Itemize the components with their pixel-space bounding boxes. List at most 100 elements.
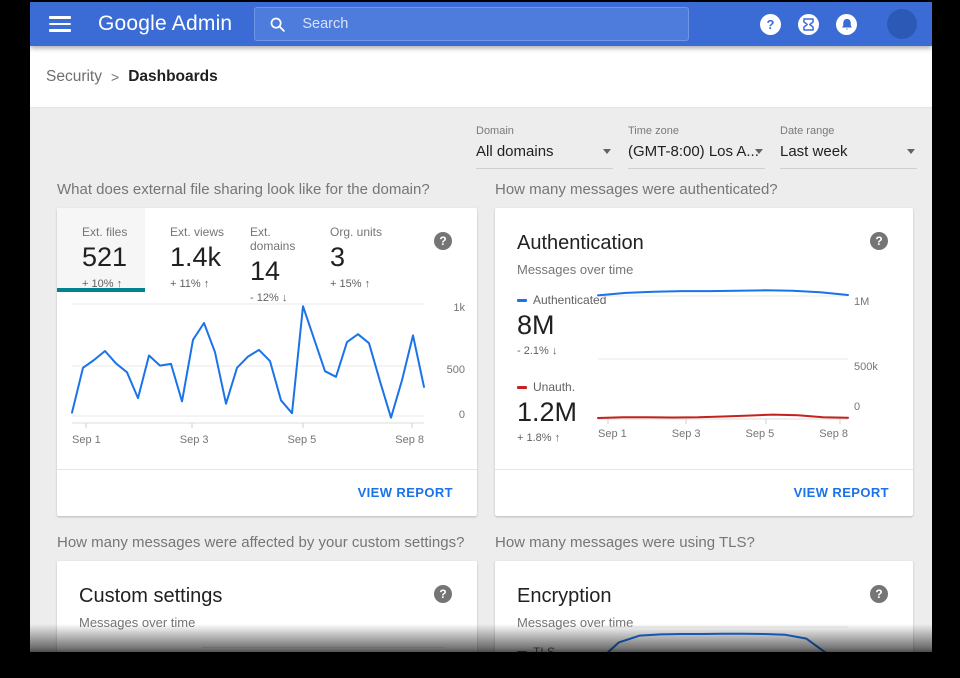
x-tick: Sep 3: [180, 434, 209, 446]
chevron-down-icon: [603, 149, 611, 154]
chevron-down-icon: [907, 149, 915, 154]
breadcrumb-security-link[interactable]: Security: [46, 68, 102, 86]
x-tick: Sep 1: [598, 428, 627, 440]
custom-settings-card: Custom settings Messages over time ?: [57, 561, 477, 652]
question-row-2: How many messages were affected by your …: [57, 534, 913, 551]
view-report-link[interactable]: VIEW REPORT: [794, 485, 913, 500]
authenticated-stat: Authenticated 8M - 2.1% ↓: [517, 293, 609, 357]
timezone-filter-value: (GMT-8:00) Los A...: [628, 143, 759, 160]
y-tick: 1k: [435, 302, 465, 314]
search-icon: [269, 16, 286, 33]
card-title: Custom settings: [57, 561, 477, 608]
appbar-actions: ?: [760, 9, 932, 39]
daterange-filter-value: Last week: [780, 143, 848, 160]
tab-ext-views[interactable]: Ext. views 1.4k + 11% ↑: [145, 208, 225, 292]
metric-value: 3: [330, 242, 385, 273]
product-logo: Google Admin: [98, 12, 232, 36]
app-bar: Google Admin ?: [30, 2, 932, 46]
question-row-1: What does external file sharing look lik…: [57, 181, 913, 198]
sharing-series-line: [72, 306, 424, 418]
y-tick: 500: [435, 364, 465, 376]
authenticated-delta: - 2.1% ↓: [517, 345, 609, 357]
card-row-2: Custom settings Messages over time ? Enc…: [57, 561, 913, 652]
y-tick: 0: [854, 401, 884, 413]
card-row-1: Ext. files 521 + 10% ↑ Ext. views 1.4k +…: [57, 208, 913, 516]
card-help-icon[interactable]: ?: [870, 232, 888, 250]
card-footer: VIEW REPORT: [495, 469, 913, 516]
admin-console-window: Google Admin ? Se: [30, 2, 932, 652]
authenticated-value: 8M: [517, 310, 609, 341]
metric-delta: + 10% ↑: [82, 278, 145, 290]
card-help-icon[interactable]: ?: [434, 232, 452, 250]
auth-question: How many messages were authenticated?: [495, 181, 913, 198]
tab-ext-domains[interactable]: Ext. domains 14 - 12% ↓: [225, 208, 305, 292]
filter-bar: Domain All domains Time zone (GMT-8:00) …: [476, 125, 917, 169]
help-icon[interactable]: ?: [760, 14, 781, 35]
tls-legend: TLS: [517, 645, 555, 652]
tls-question: How many messages were using TLS?: [495, 534, 913, 551]
hamburger-menu-icon[interactable]: [49, 16, 71, 32]
custom-question: How many messages were affected by your …: [57, 534, 477, 551]
metric-value: 521: [82, 242, 145, 273]
timezone-filter-dropdown[interactable]: Time zone (GMT-8:00) Los A...: [628, 125, 765, 169]
breadcrumb: Security > Dashboards: [30, 46, 932, 108]
authentication-card: Authentication Messages over time ? Auth…: [495, 208, 913, 516]
up-arrow-icon: ↑: [117, 278, 123, 290]
gridline: [202, 647, 445, 648]
card-title: Encryption: [495, 561, 913, 608]
card-subtitle: Messages over time: [495, 255, 913, 277]
encryption-card: Encryption Messages over time ? TLS: [495, 561, 913, 652]
card-help-icon[interactable]: ?: [870, 585, 888, 603]
y-tick: 500k: [854, 361, 884, 373]
legend-dash-blue: [517, 651, 527, 653]
y-tick: 0: [435, 409, 465, 421]
legend-dash-red: [517, 386, 527, 389]
unauthenticated-series-line: [598, 415, 848, 418]
tls-series-line: [598, 634, 848, 652]
unauthenticated-delta: + 1.8% ↑: [517, 432, 609, 444]
view-report-link[interactable]: VIEW REPORT: [358, 485, 477, 500]
notifications-bell-icon[interactable]: [836, 14, 857, 35]
legend-dash-blue: [517, 299, 527, 302]
breadcrumb-separator: >: [111, 69, 119, 85]
tls-line-chart: [598, 617, 848, 652]
auth-legend-column: Authenticated 8M - 2.1% ↓ Unauth. 1.2M +…: [517, 293, 609, 444]
domain-filter-dropdown[interactable]: Domain All domains: [476, 125, 613, 169]
x-tick: Sep 5: [288, 434, 317, 446]
x-tick: Sep 8: [819, 428, 848, 440]
daterange-filter-dropdown[interactable]: Date range Last week: [780, 125, 917, 169]
x-tick: Sep 1: [72, 434, 101, 446]
tab-ext-files[interactable]: Ext. files 521 + 10% ↑: [57, 208, 145, 292]
metric-value: 14: [250, 256, 305, 287]
y-tick: 1M: [854, 296, 884, 308]
card-title: Authentication: [495, 208, 913, 255]
x-tick: Sep 3: [672, 428, 701, 440]
page-title: Dashboards: [128, 68, 218, 86]
auth-line-chart: 1M 500k 0 Sep 1 Sep 3 Sep 5 Sep 8: [598, 292, 888, 444]
unauthenticated-value: 1.2M: [517, 397, 609, 428]
card-help-icon[interactable]: ?: [434, 585, 452, 603]
external-sharing-card: Ext. files 521 + 10% ↑ Ext. views 1.4k +…: [57, 208, 477, 516]
search-input[interactable]: [302, 16, 632, 32]
x-tick: Sep 8: [395, 434, 424, 446]
chevron-down-icon: [755, 149, 763, 154]
up-arrow-icon: ↑: [555, 432, 561, 444]
metric-delta: + 11% ↑: [170, 278, 225, 290]
sharing-line-chart: 1k 500 0 Sep 1 Sep 3 Sep 5 Sep 8: [72, 300, 469, 460]
down-arrow-icon: ↓: [552, 345, 558, 357]
tab-org-units[interactable]: Org. units 3 + 15% ↑: [305, 208, 385, 292]
domain-filter-value: All domains: [476, 143, 554, 160]
metric-tabs: Ext. files 521 + 10% ↑ Ext. views 1.4k +…: [57, 208, 477, 292]
account-avatar[interactable]: [887, 9, 917, 39]
card-footer: VIEW REPORT: [57, 469, 477, 516]
card-subtitle: Messages over time: [57, 608, 477, 630]
metric-delta: + 15% ↑: [330, 278, 385, 290]
whats-new-hourglass-icon[interactable]: [798, 14, 819, 35]
metric-value: 1.4k: [170, 242, 225, 273]
search-bar[interactable]: [254, 7, 689, 41]
up-arrow-icon: ↑: [204, 278, 210, 290]
authenticated-series-line: [598, 290, 848, 295]
up-arrow-icon: ↑: [365, 278, 371, 290]
unauthenticated-stat: Unauth. 1.2M + 1.8% ↑: [517, 380, 609, 444]
dashboard-content: Domain All domains Time zone (GMT-8:00) …: [30, 109, 932, 652]
